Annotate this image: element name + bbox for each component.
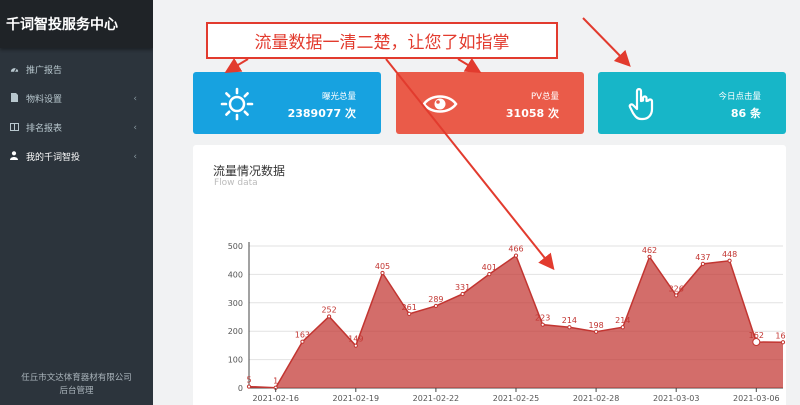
y-tick-label: 300 <box>228 299 243 308</box>
data-label: 5 <box>246 376 251 385</box>
data-label: 149 <box>348 335 363 344</box>
sidebar-item-material[interactable]: 物料设置 ‹ <box>0 84 153 113</box>
x-tick-label: 2021-02-16 <box>252 394 299 403</box>
y-tick-label: 100 <box>228 356 243 365</box>
data-label: 466 <box>508 245 523 254</box>
flow-area-chart: 0 100 200 300 400 500 5 1 163 252 149 405 261 289 331 4… <box>228 242 786 403</box>
y-tick-label: 0 <box>238 384 243 393</box>
sidebar: 千词智投服务中心 推广报告 物料设置 ‹ 排名报表 ‹ 我的千词智投 ‹ 任丘市… <box>0 0 153 405</box>
data-point <box>433 303 438 309</box>
sidebar-footer: 任丘市文达体育器材有限公司 后台管理 <box>0 372 153 398</box>
chevron-left-icon: ‹ <box>133 93 137 104</box>
data-label: 405 <box>375 262 390 271</box>
card-label: 今日点击量 <box>718 92 761 102</box>
x-tick-label: 2021-02-22 <box>413 394 460 403</box>
data-label: 214 <box>562 316 577 325</box>
data-point <box>246 384 252 389</box>
stat-card-clicks: 今日点击量 86 条 <box>598 72 786 134</box>
x-tick-label: 2021-02-25 <box>493 394 540 403</box>
sidebar-item-label: 我的千词智投 <box>26 153 81 163</box>
y-tick-label: 400 <box>228 270 243 279</box>
data-label: 198 <box>588 321 603 330</box>
dashboard-icon <box>9 65 19 75</box>
sidebar-item-label: 推广报告 <box>26 66 63 76</box>
x-tick-label: 2021-02-19 <box>333 394 380 403</box>
data-label: 331 <box>455 283 470 292</box>
data-point <box>727 258 732 263</box>
data-point <box>353 343 358 348</box>
data-point <box>513 253 519 258</box>
data-label: 214 <box>615 316 630 325</box>
data-label: 462 <box>642 246 657 255</box>
x-tick-label: 2021-03-06 <box>733 394 780 403</box>
data-point <box>540 322 545 327</box>
data-point <box>567 325 572 330</box>
data-label: 289 <box>428 295 443 304</box>
sidebar-item-ranking[interactable]: 排名报表 ‹ <box>0 113 153 142</box>
data-point <box>407 311 412 316</box>
x-tick-label: 2021-03-03 <box>653 394 700 403</box>
sidebar-item-label: 排名报表 <box>26 124 63 134</box>
brand-title: 千词智投服务中心 <box>0 0 153 48</box>
annotation-banner: 流量数据一清二楚，让您了如指掌 <box>206 22 558 59</box>
x-tick-label: 2021-02-28 <box>573 394 620 403</box>
data-point <box>647 254 652 259</box>
data-point <box>700 261 705 266</box>
company-name: 任丘市文达体育器材有限公司 <box>21 373 132 383</box>
data-label: 252 <box>321 305 336 314</box>
stat-card-pv: PV总量 31058 次 <box>396 72 584 134</box>
data-label: 401 <box>482 263 497 272</box>
admin-label: 后台管理 <box>59 386 94 396</box>
card-value: 2389077 次 <box>287 107 356 120</box>
table-icon <box>9 122 19 133</box>
series-area <box>249 255 783 388</box>
sidebar-item-my-account[interactable]: 我的千词智投 ‹ <box>0 142 153 171</box>
data-label: 162 <box>749 331 764 340</box>
data-label: 261 <box>402 303 417 312</box>
data-point <box>620 325 625 330</box>
stat-card-impressions: 曝光总量 2389077 次 <box>193 72 381 134</box>
data-point <box>460 291 465 297</box>
data-point <box>780 340 786 345</box>
user-icon <box>9 151 19 162</box>
card-value: 31058 次 <box>505 107 559 120</box>
data-label: 161 <box>775 331 786 340</box>
y-tick-label: 200 <box>228 327 243 336</box>
sidebar-item-label: 物料设置 <box>26 95 63 105</box>
chevron-left-icon: ‹ <box>133 151 137 162</box>
sidebar-menu: 推广报告 物料设置 ‹ 排名报表 ‹ 我的千词智投 ‹ <box>0 55 153 171</box>
data-point <box>380 270 385 276</box>
card-label: 曝光总量 <box>321 92 356 102</box>
flow-chart-panel: 流量情况数据 Flow data 0 100 200 300 400 500 5 1 163 25… <box>193 145 786 405</box>
y-tick-label: 500 <box>228 242 243 251</box>
data-label: 163 <box>295 331 310 340</box>
card-value: 86 条 <box>730 107 761 120</box>
sidebar-item-report[interactable]: 推广报告 <box>0 55 153 84</box>
pointer-hand-icon <box>624 86 660 122</box>
document-icon <box>9 93 19 104</box>
data-point <box>487 272 492 277</box>
data-label: 448 <box>722 250 737 259</box>
data-point <box>594 329 599 334</box>
card-label: PV总量 <box>531 92 559 102</box>
data-point <box>300 339 305 344</box>
main-content: 曝光总量 2389077 次 PV总量 31058 次 今日点击量 86 条 流… <box>153 0 800 405</box>
sun-icon <box>219 86 255 122</box>
data-label: 437 <box>695 253 710 262</box>
chevron-left-icon: ‹ <box>133 122 137 133</box>
data-point <box>327 314 332 319</box>
eye-icon <box>422 86 458 122</box>
data-label: 223 <box>535 314 550 323</box>
data-point <box>674 293 679 298</box>
data-label: 326 <box>669 284 684 293</box>
data-label: 1 <box>273 377 278 386</box>
